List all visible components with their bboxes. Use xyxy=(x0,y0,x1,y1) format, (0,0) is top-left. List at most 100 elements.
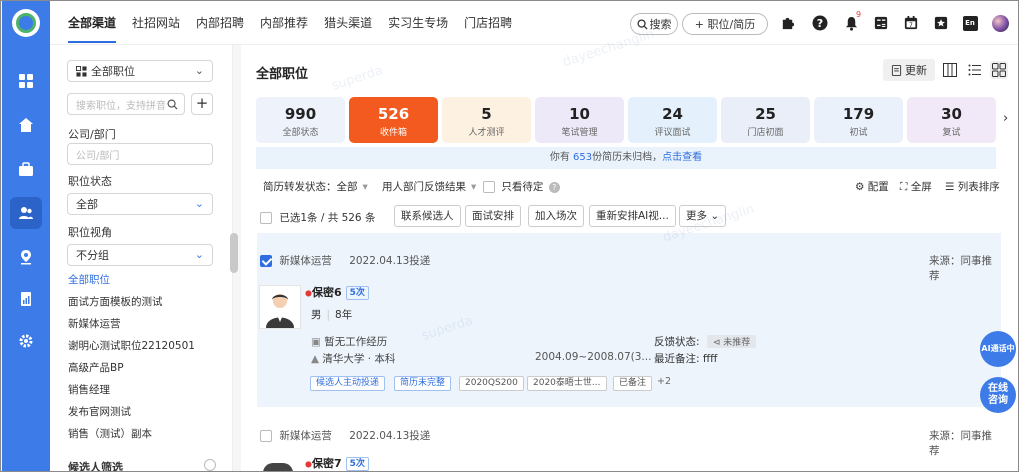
config-button[interactable]: ⚙ 配置 xyxy=(855,179,889,194)
candidate-checkbox[interactable] xyxy=(260,430,272,442)
feedback-badge: ⊲ 未推荐 xyxy=(706,335,757,348)
forward-status-filter[interactable]: 简历转发状态：全部 ▾ xyxy=(263,179,368,194)
ai-call-label: AI通话中 xyxy=(981,344,1015,353)
candidate-name-row: ●保密7 5次 xyxy=(305,455,369,471)
tab-headhunter[interactable]: 猎头渠道 xyxy=(316,1,380,45)
stat-card-second-interview[interactable]: 30 复试 xyxy=(907,97,996,143)
stat-card-all[interactable]: 990 全部状态 xyxy=(256,97,345,143)
candidate-name[interactable]: 保密6 xyxy=(312,286,342,299)
stat-card-inbox[interactable]: 526 收件箱 xyxy=(349,97,438,143)
notification-count: 9 xyxy=(856,10,862,19)
more-tags[interactable]: +2 xyxy=(657,376,671,387)
tab-intern[interactable]: 实习生专场 xyxy=(380,1,456,45)
search-button[interactable]: 搜索 xyxy=(630,13,678,35)
reschedule-ai-video-button[interactable]: 重新安排AI视... xyxy=(589,205,676,227)
calculator-icon[interactable] xyxy=(872,14,890,32)
candidate-photo xyxy=(263,463,293,471)
feedback-label: 反馈状态: xyxy=(654,336,700,348)
stat-label: 全部状态 xyxy=(282,128,319,138)
feedback-filter[interactable]: 用人部门反馈结果 ▾ xyxy=(382,179,476,194)
contact-candidate-button[interactable]: 联系候选人 xyxy=(394,205,461,227)
column-view-icon[interactable] xyxy=(941,61,959,79)
channel-tabs: 全部渠道 社招网站 内部招聘 内部推荐 猎头渠道 实习生专场 门店招聘 xyxy=(60,1,520,45)
graduation-icon: ▲ xyxy=(311,353,320,365)
pending-checkbox[interactable] xyxy=(483,181,495,193)
list-sort-button[interactable]: ☰ 列表排序 xyxy=(945,179,1000,194)
position-scope-dropdown[interactable]: 全部职位 ⌄ xyxy=(67,60,213,82)
candidate-name[interactable]: 保密7 xyxy=(312,457,342,470)
language-icon[interactable]: En xyxy=(961,14,979,32)
position-item[interactable]: 面试方面模板的测试 xyxy=(68,294,163,309)
view-dropdown[interactable]: 不分组 ⌄ xyxy=(67,244,213,266)
tab-all-channels[interactable]: 全部渠道 xyxy=(60,1,124,45)
stat-label: 复试 xyxy=(942,128,961,138)
stat-count: 24 xyxy=(662,105,683,123)
more-button[interactable]: 更多 ⌄ xyxy=(679,205,727,227)
more-label: 更多 xyxy=(686,210,707,222)
position-item[interactable]: 谢明心测试职位22120501 xyxy=(68,338,195,353)
list-view-icon[interactable] xyxy=(966,61,984,79)
tab-store-recruit[interactable]: 门店招聘 xyxy=(456,1,520,45)
pending-only-filter[interactable]: 只看待定 ? xyxy=(483,179,560,194)
report-icon[interactable] xyxy=(10,283,42,315)
position-item[interactable]: 新媒体运营 xyxy=(68,316,121,331)
refresh-button[interactable]: 更新 xyxy=(883,59,935,81)
avatar[interactable] xyxy=(991,14,1009,32)
job-name: 新媒体运营 xyxy=(279,430,332,442)
status-dropdown[interactable]: 全部 ⌄ xyxy=(67,193,213,215)
position-search-placeholder: 搜索职位，支持拼音 xyxy=(76,100,166,112)
star-icon[interactable] xyxy=(932,14,950,32)
calendar-icon[interactable]: 7 xyxy=(902,14,920,32)
position-item[interactable]: 销售经理 xyxy=(68,382,110,397)
chevron-right-icon[interactable]: › xyxy=(1003,111,1008,126)
position-item-all[interactable]: 全部职位 xyxy=(68,272,110,287)
dept-input[interactable]: 公司/部门 xyxy=(67,143,213,165)
online-consult-button[interactable]: 在线咨询 xyxy=(980,377,1016,413)
settings-icon[interactable] xyxy=(10,325,42,357)
add-position-button[interactable]: + xyxy=(191,93,213,115)
expand-icon[interactable] xyxy=(204,459,216,471)
apply-date: 2022.04.13投递 xyxy=(349,255,431,267)
left-nav-rail xyxy=(2,1,50,471)
stat-card-written-test[interactable]: 10 笔试管理 xyxy=(535,97,624,143)
stat-card-review-interview[interactable]: 24 评议面试 xyxy=(628,97,717,143)
help-icon[interactable]: ? xyxy=(811,14,829,32)
briefcase-icon[interactable] xyxy=(10,153,42,185)
card-header: 新媒体运营 2022.04.13投递 xyxy=(260,428,430,443)
candidate-checkbox[interactable] xyxy=(260,255,272,267)
dashboard-icon[interactable] xyxy=(10,65,42,97)
candidate-card[interactable]: 新媒体运营 2022.04.13投递 来源：同事推荐 ●保密7 5次 xyxy=(257,419,1001,471)
position-item[interactable]: 高级产品BP xyxy=(68,360,124,375)
tab-social-sites[interactable]: 社招网站 xyxy=(124,1,188,45)
notice-suffix: 份简历未归档， xyxy=(592,152,663,163)
stat-card-store-interview[interactable]: 25 门店初面 xyxy=(721,97,810,143)
ai-call-button[interactable]: AI通话中 xyxy=(980,331,1016,367)
sort-icon: ☰ xyxy=(945,181,955,193)
chevron-down-icon: ⌄ xyxy=(710,210,720,222)
bell-icon[interactable]: 9 xyxy=(842,10,861,32)
home-icon[interactable] xyxy=(10,109,42,141)
view-unarchived-link[interactable]: 点击查看 xyxy=(662,152,702,163)
tag: 2020QS200 xyxy=(459,376,524,391)
join-session-button[interactable]: 加入场次 xyxy=(528,205,584,227)
location-icon[interactable] xyxy=(10,241,42,273)
position-item[interactable]: 发布官网测试 xyxy=(68,404,131,419)
stat-card-assessment[interactable]: 5 人才测评 xyxy=(442,97,531,143)
candidates-icon[interactable] xyxy=(10,197,42,229)
position-resume-button[interactable]: + 职位/简历 xyxy=(682,13,768,35)
dept-label: 公司/部门 xyxy=(68,128,116,141)
position-item[interactable]: 销售（测试）副本 xyxy=(68,426,152,441)
tab-internal-referral[interactable]: 内部推荐 xyxy=(252,1,316,45)
stat-card-first-interview[interactable]: 179 初试 xyxy=(814,97,903,143)
stat-count: 25 xyxy=(755,105,776,123)
app-logo xyxy=(12,9,40,37)
puzzle-icon[interactable] xyxy=(778,14,796,32)
tab-internal-recruit[interactable]: 内部招聘 xyxy=(188,1,252,45)
card-view-icon[interactable] xyxy=(990,61,1008,79)
interview-schedule-button[interactable]: 面试安排 xyxy=(465,205,521,227)
position-search-input[interactable]: 搜索职位，支持拼音 xyxy=(67,93,185,115)
sidebar-collapse-handle[interactable] xyxy=(230,233,238,273)
select-all-checkbox[interactable] xyxy=(260,212,272,224)
fullscreen-button[interactable]: ⛶ 全屏 xyxy=(900,179,932,194)
svg-text:?: ? xyxy=(817,17,823,30)
